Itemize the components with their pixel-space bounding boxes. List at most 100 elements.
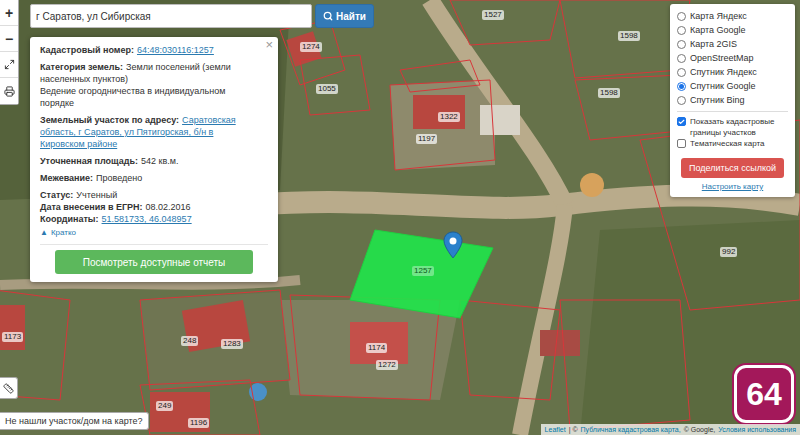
print-button[interactable]: [0, 78, 18, 104]
checkbox-mark[interactable]: [677, 117, 686, 126]
info-row: Ведение огородничества в индивидуальном …: [40, 85, 256, 109]
info-group: Категория земель:Земли поселений (земли …: [40, 61, 268, 109]
layer-option[interactable]: Спутник Яндекс: [677, 65, 788, 79]
layer-option[interactable]: Спутник Bing: [677, 93, 788, 107]
radio-mark[interactable]: [677, 12, 686, 21]
attribution-link[interactable]: Условия использования: [718, 425, 796, 434]
search-button-label: Найти: [336, 11, 366, 22]
info-row: Категория земель:Земли поселений (земли …: [40, 61, 256, 85]
info-link[interactable]: 51.581733, 46.048957: [102, 214, 192, 224]
layer-option[interactable]: Карта Google: [677, 23, 788, 37]
parcel-label[interactable]: 1283: [221, 339, 243, 349]
ruler-button[interactable]: [0, 377, 18, 399]
attribution-link[interactable]: Публичная кадастровая карта,: [581, 425, 681, 434]
parcel-label[interactable]: 249: [156, 401, 173, 411]
location-pin-icon[interactable]: [443, 231, 463, 259]
info-row: Дата внесения в ЕГРН:08.02.2016: [40, 201, 256, 213]
info-value: 08.02.2016: [146, 202, 191, 212]
share-button[interactable]: Поделиться ссылкой: [681, 158, 784, 178]
radio-mark[interactable]: [677, 54, 686, 63]
parcel-label[interactable]: 1196: [188, 418, 209, 428]
layer-label: Спутник Яндекс: [690, 67, 757, 77]
info-group: Кадастровый номер:64:48:030116:1257: [40, 44, 268, 56]
search-icon: [323, 11, 333, 21]
layer-label: OpenStreetMap: [690, 53, 754, 63]
attribution-text: © Google,: [684, 425, 716, 434]
layer-option[interactable]: OpenStreetMap: [677, 51, 788, 65]
parcel-label[interactable]: 248: [181, 336, 198, 346]
settings-link[interactable]: Настроить карту: [702, 182, 763, 191]
ruler-icon: [3, 383, 14, 394]
radio-mark[interactable]: [677, 26, 686, 35]
map-attribution: Leaflet| ©Публичная кадастровая карта,© …: [541, 424, 800, 435]
collapse-icon: ▲: [40, 227, 48, 239]
info-label: Категория земель:: [40, 62, 123, 72]
layer-label: Карта 2GIS: [690, 39, 737, 49]
search-button[interactable]: Найти: [315, 4, 374, 28]
reports-button[interactable]: Посмотреть доступные отчеты: [55, 250, 253, 274]
info-label: Координаты:: [40, 214, 99, 224]
layer-label: Карта Яндекс: [690, 11, 747, 21]
parcel-label[interactable]: 1598: [618, 31, 640, 41]
option-checkbox[interactable]: Показать кадастровые границы участков: [677, 116, 788, 138]
cadastral-boundaries: [0, 0, 800, 435]
zoom-out-button[interactable]: −: [0, 26, 18, 52]
info-label: Уточненная площадь:: [40, 156, 138, 166]
parcel-label[interactable]: 1055: [316, 84, 338, 94]
layer-label: Спутник Google: [690, 81, 755, 91]
check-icon: [678, 118, 685, 126]
layer-label: Карта Google: [690, 25, 746, 35]
parcel-label[interactable]: 1274: [300, 42, 322, 52]
parcel-label[interactable]: 1322: [438, 112, 460, 122]
parcel-label[interactable]: 1174: [366, 343, 387, 353]
parcel-label[interactable]: 1272: [376, 360, 398, 370]
info-link[interactable]: 64:48:030116:1257: [137, 45, 214, 55]
search-input[interactable]: [30, 4, 312, 28]
info-value: Учтенный: [76, 190, 117, 200]
info-group: Уточненная площадь:542 кв.м.: [40, 155, 268, 167]
radio-mark[interactable]: [677, 96, 686, 105]
parcel-label[interactable]: 1257: [412, 266, 434, 276]
layer-option[interactable]: Спутник Google: [677, 79, 788, 93]
info-group: Земельный участок по адресу:Саратовская …: [40, 114, 268, 150]
close-button[interactable]: ×: [265, 38, 273, 52]
popup-divider: [40, 244, 268, 245]
radio-mark[interactable]: [677, 40, 686, 49]
option-label: Тематическая карта: [690, 138, 765, 149]
selected-parcel[interactable]: [350, 230, 493, 318]
zoom-in-button[interactable]: +: [0, 0, 18, 26]
info-row: Межевание:Проведено: [40, 172, 256, 184]
info-value: Ведение огородничества в индивидуальном …: [40, 86, 225, 108]
search-bar: Найти: [30, 4, 374, 28]
info-label: Межевание:: [40, 173, 93, 183]
info-label: Кадастровый номер:: [40, 45, 134, 55]
option-checkbox[interactable]: Тематическая карта: [677, 138, 788, 152]
panel-divider: [677, 111, 788, 112]
attribution-link[interactable]: Leaflet: [545, 425, 566, 434]
map-controls: +−: [0, 0, 19, 105]
info-label: Статус:: [40, 190, 73, 200]
parcel-label[interactable]: 1527: [482, 10, 504, 20]
printer-icon: [4, 86, 15, 97]
option-label: Показать кадастровые границы участков: [690, 116, 788, 138]
parcel-label[interactable]: 1197: [416, 134, 437, 144]
parcel-popup: × Кадастровый номер:64:48:030116:1257 Кате…: [30, 37, 278, 282]
layer-option[interactable]: Карта 2GIS: [677, 37, 788, 51]
fullscreen-button[interactable]: [0, 52, 18, 78]
cadastral-map-page: 1527 1274 1055 1598 1598 1322 1197 1257 992 1173 2…: [0, 0, 800, 435]
attribution-text: | ©: [569, 425, 578, 434]
not-found-button[interactable]: Не нашли участок/дом на карте?: [0, 412, 149, 430]
radio-mark[interactable]: [677, 68, 686, 77]
info-row: Координаты:51.581733, 46.048957: [40, 213, 256, 225]
checkbox-mark[interactable]: [677, 139, 686, 148]
parcel-label[interactable]: 1598: [598, 88, 620, 98]
collapse-toggle[interactable]: ▲Кратко: [40, 227, 268, 239]
collapse-label: Кратко: [51, 227, 76, 239]
info-row: Кадастровый номер:64:48:030116:1257: [40, 44, 256, 56]
layer-option[interactable]: Карта Яндекс: [677, 9, 788, 23]
region-logo: 64: [734, 365, 794, 423]
radio-mark[interactable]: [677, 82, 686, 91]
parcel-label[interactable]: 1173: [2, 332, 23, 342]
info-group: Межевание:Проведено: [40, 172, 268, 184]
parcel-label[interactable]: 992: [720, 247, 737, 257]
